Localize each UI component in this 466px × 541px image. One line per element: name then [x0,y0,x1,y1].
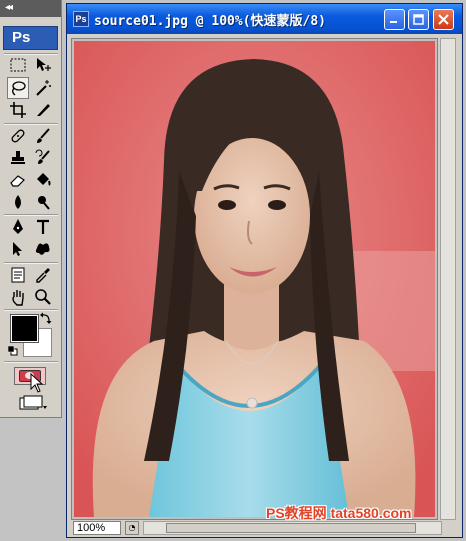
document-window: Ps source01.jpg @ 100%(快速蒙版/8) 100% ◔ [66,3,463,538]
horizontal-scrollbar-thumb[interactable] [166,523,416,533]
rectangular-marquee-tool-icon[interactable] [7,54,29,76]
document-titlebar[interactable]: Ps source01.jpg @ 100%(快速蒙版/8) [67,4,462,34]
brush-tool-icon[interactable] [32,125,54,147]
status-bar: 100% ◔ [71,521,460,536]
portrait-photo-quick-mask [74,41,435,517]
notes-tool-icon[interactable] [7,264,29,286]
clone-stamp-tool-icon[interactable] [7,147,29,169]
photoshop-logo[interactable]: Ps [3,26,58,50]
type-tool-icon[interactable] [32,216,54,238]
crop-tool-icon[interactable] [7,99,29,121]
minimize-button[interactable] [384,9,405,30]
default-colors-icon[interactable] [8,346,18,356]
healing-brush-tool-icon[interactable] [7,125,29,147]
tools-panel: ◂◂ Ps [0,0,62,418]
custom-shape-tool-icon[interactable] [32,238,54,260]
zoom-tool-icon[interactable] [32,286,54,308]
mouse-cursor-icon [30,373,44,393]
divider [4,309,58,311]
close-icon [438,14,449,25]
status-menu-button[interactable]: ◔ [125,521,139,535]
divider [4,361,58,363]
horizontal-scrollbar[interactable] [143,521,442,535]
eraser-tool-icon[interactable] [7,169,29,191]
path-selection-tool-icon[interactable] [7,238,29,260]
slice-tool-icon[interactable] [32,99,54,121]
pen-tool-icon[interactable] [7,216,29,238]
document-title: source01.jpg @ 100%(快速蒙版/8) [94,14,327,29]
eyedropper-tool-icon[interactable] [32,264,54,286]
minimize-icon [390,21,397,23]
paint-bucket-tool-icon[interactable] [32,169,54,191]
close-button[interactable] [433,9,454,30]
screen-mode-icon[interactable] [18,395,48,411]
photoshop-document-icon: Ps [73,11,89,27]
collapse-icon[interactable]: ◂◂ [5,2,13,14]
lasso-tool-icon[interactable] [7,77,29,99]
maximize-icon [413,14,424,25]
magic-wand-tool-icon[interactable] [32,77,54,99]
move-tool-icon[interactable] [32,54,54,76]
dodge-tool-icon[interactable] [32,191,54,213]
vertical-scrollbar[interactable] [440,38,456,520]
zoom-level-field[interactable]: 100% [73,521,121,535]
history-brush-tool-icon[interactable] [32,147,54,169]
watermark-text: PS教程网 tata580.com [266,505,412,521]
maximize-button[interactable] [408,9,429,30]
tools-panel-header[interactable]: ◂◂ [0,0,61,17]
hand-tool-icon[interactable] [7,286,29,308]
blur-tool-icon[interactable] [7,191,29,213]
foreground-color-swatch[interactable] [10,314,39,343]
swap-colors-icon[interactable] [40,312,52,324]
document-canvas[interactable] [71,38,438,520]
